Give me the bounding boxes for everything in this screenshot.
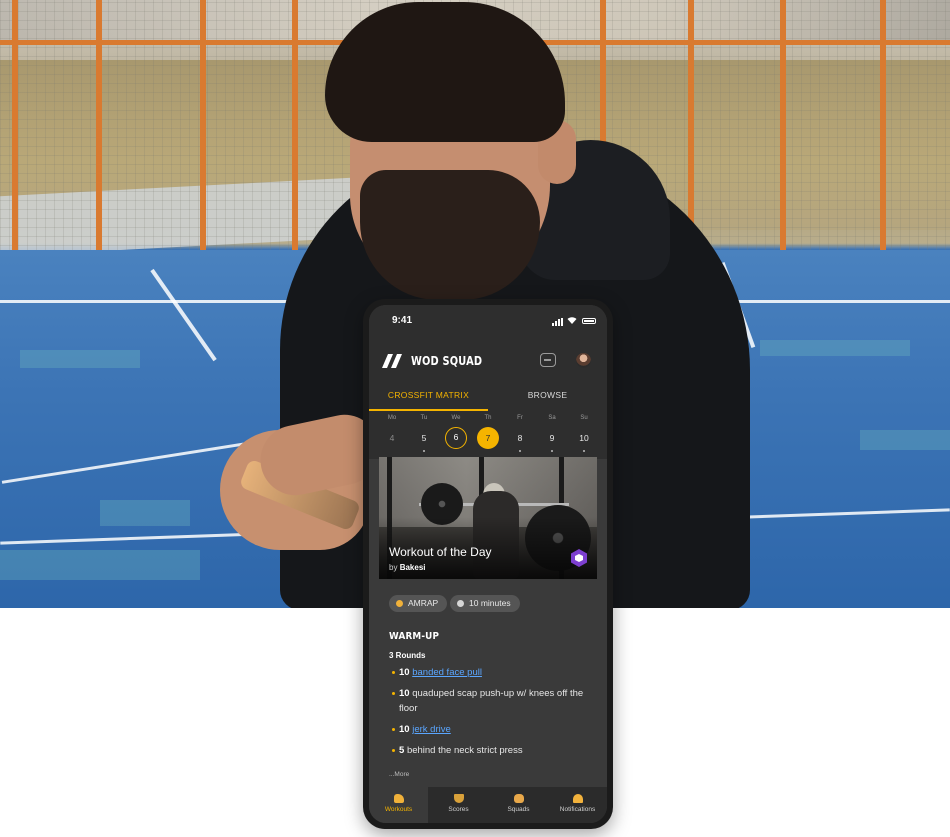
chip-amrap: AMRAP bbox=[389, 595, 448, 612]
exercise-text: behind the neck strict press bbox=[406, 745, 523, 756]
bicep-icon bbox=[393, 794, 404, 803]
day-name: Fr bbox=[517, 415, 523, 421]
week-selector: Mo 4 Tu 5 We 6 Th 7 Fr 8 Sa 9 Su 10 bbox=[369, 411, 607, 459]
court-tile bbox=[760, 340, 910, 356]
fence-post bbox=[12, 0, 18, 255]
nav-label: Squads bbox=[507, 806, 530, 813]
day-mo[interactable]: Mo 4 bbox=[377, 415, 407, 459]
day-date: 10 bbox=[579, 433, 589, 443]
bullet bbox=[392, 671, 395, 674]
day-name: Mo bbox=[387, 415, 397, 421]
day-su[interactable]: Su 10 bbox=[569, 415, 599, 459]
beard bbox=[360, 170, 540, 300]
day-name: Tu bbox=[420, 415, 428, 421]
day-date-selected: 7 bbox=[477, 427, 499, 449]
exercise-reps: 5 bbox=[399, 745, 405, 756]
section-title: WARM-UP bbox=[389, 631, 440, 642]
nav-label: Scores bbox=[448, 806, 469, 813]
fence-post bbox=[200, 0, 206, 255]
status-bar: 9:41 bbox=[369, 305, 607, 335]
nav-label: Workouts bbox=[384, 806, 413, 813]
court-tile bbox=[20, 350, 140, 368]
court-tile bbox=[100, 500, 190, 526]
nav-label: Notifications bbox=[559, 806, 596, 813]
chip-label: AMRAP bbox=[408, 598, 439, 608]
exercise-link[interactable]: banded face pull bbox=[412, 667, 482, 678]
workout-dot bbox=[583, 450, 585, 452]
court-line bbox=[150, 268, 217, 362]
workout-dot bbox=[551, 450, 553, 452]
court-tile bbox=[0, 550, 200, 580]
fence-post bbox=[880, 0, 886, 255]
rounds-label: 3 Rounds bbox=[389, 651, 426, 660]
nav-workouts[interactable]: Workouts bbox=[369, 787, 428, 823]
workout-hero-card[interactable]: Workout of the Day by Bakesi bbox=[379, 457, 597, 579]
battery-icon bbox=[582, 318, 596, 324]
bottom-nav: Workouts Scores Squads Notifications bbox=[369, 787, 607, 823]
court-tile bbox=[860, 430, 950, 450]
timer-icon bbox=[457, 600, 464, 607]
day-th[interactable]: Th 7 bbox=[473, 415, 503, 459]
chip-label: 10 minutes bbox=[469, 598, 511, 608]
workout-author: Bakesi bbox=[399, 563, 426, 572]
day-date: 5 bbox=[421, 433, 427, 443]
day-name: Sa bbox=[548, 415, 556, 421]
fence-post bbox=[96, 0, 102, 255]
tab-bar: CROSSFIT MATRIX BROWSE bbox=[369, 383, 607, 411]
phone-mockup: 9:41 WOD SQUAD CROSSFIT MATRIX BROWSE Mo… bbox=[363, 299, 613, 829]
hair bbox=[325, 2, 565, 142]
day-fr[interactable]: Fr 8 bbox=[505, 415, 535, 459]
workout-author-line: by Bakesi bbox=[389, 563, 425, 572]
bullet bbox=[392, 728, 395, 731]
status-time: 9:41 bbox=[392, 315, 413, 326]
day-name: Th bbox=[484, 415, 492, 421]
exercise-reps: 10 bbox=[399, 667, 410, 678]
workout-dot bbox=[423, 450, 425, 452]
day-date: 6 bbox=[445, 427, 467, 449]
medal-icon bbox=[396, 600, 403, 607]
exercise-item: 10 banded face pull bbox=[389, 665, 589, 680]
day-sa[interactable]: Sa 9 bbox=[537, 415, 567, 459]
bullet bbox=[392, 692, 395, 695]
day-date: 4 bbox=[389, 433, 395, 443]
chip-duration: 10 minutes bbox=[450, 595, 520, 612]
bell-icon bbox=[572, 794, 583, 803]
bullet bbox=[392, 749, 395, 752]
day-we[interactable]: We 6 bbox=[441, 415, 471, 459]
day-date: 9 bbox=[549, 433, 555, 443]
fence-post bbox=[780, 0, 786, 255]
wod-squad-logo-icon bbox=[382, 354, 402, 368]
exercise-text: quaduped scap push-up w/ knees off the f… bbox=[399, 688, 584, 714]
day-name: We bbox=[451, 415, 461, 421]
exercise-item: 10 quaduped scap push-up w/ knees off th… bbox=[389, 686, 589, 716]
trophy-icon bbox=[453, 794, 464, 803]
day-name: Su bbox=[580, 415, 588, 421]
tab-crossfit-matrix[interactable]: CROSSFIT MATRIX bbox=[369, 383, 488, 411]
wifi-icon bbox=[567, 317, 577, 324]
exercise-reps: 10 bbox=[399, 688, 410, 699]
exercise-item: 10 jerk drive bbox=[389, 722, 589, 737]
workout-dot bbox=[519, 450, 521, 452]
nav-squads[interactable]: Squads bbox=[489, 787, 548, 823]
author-prefix: by bbox=[389, 563, 398, 572]
workout-title: Workout of the Day bbox=[389, 545, 492, 559]
app-screen: 9:41 WOD SQUAD CROSSFIT MATRIX BROWSE Mo… bbox=[369, 305, 607, 823]
tab-browse[interactable]: BROWSE bbox=[488, 383, 607, 411]
day-tu[interactable]: Tu 5 bbox=[409, 415, 439, 459]
nav-notifications[interactable]: Notifications bbox=[548, 787, 607, 823]
signal-icon bbox=[552, 318, 564, 326]
more-link[interactable]: ...More bbox=[389, 771, 409, 778]
nav-scores[interactable]: Scores bbox=[429, 787, 488, 823]
app-title: WOD SQUAD bbox=[411, 354, 483, 368]
hand-icon bbox=[513, 794, 524, 803]
app-bar: WOD SQUAD bbox=[369, 345, 607, 375]
exercise-item: 5 behind the neck strict press bbox=[389, 743, 589, 758]
chat-icon[interactable] bbox=[540, 353, 556, 367]
day-date: 8 bbox=[517, 433, 523, 443]
exercise-link[interactable]: jerk drive bbox=[412, 724, 451, 735]
user-avatar[interactable] bbox=[576, 353, 591, 368]
exercise-reps: 10 bbox=[399, 724, 410, 735]
